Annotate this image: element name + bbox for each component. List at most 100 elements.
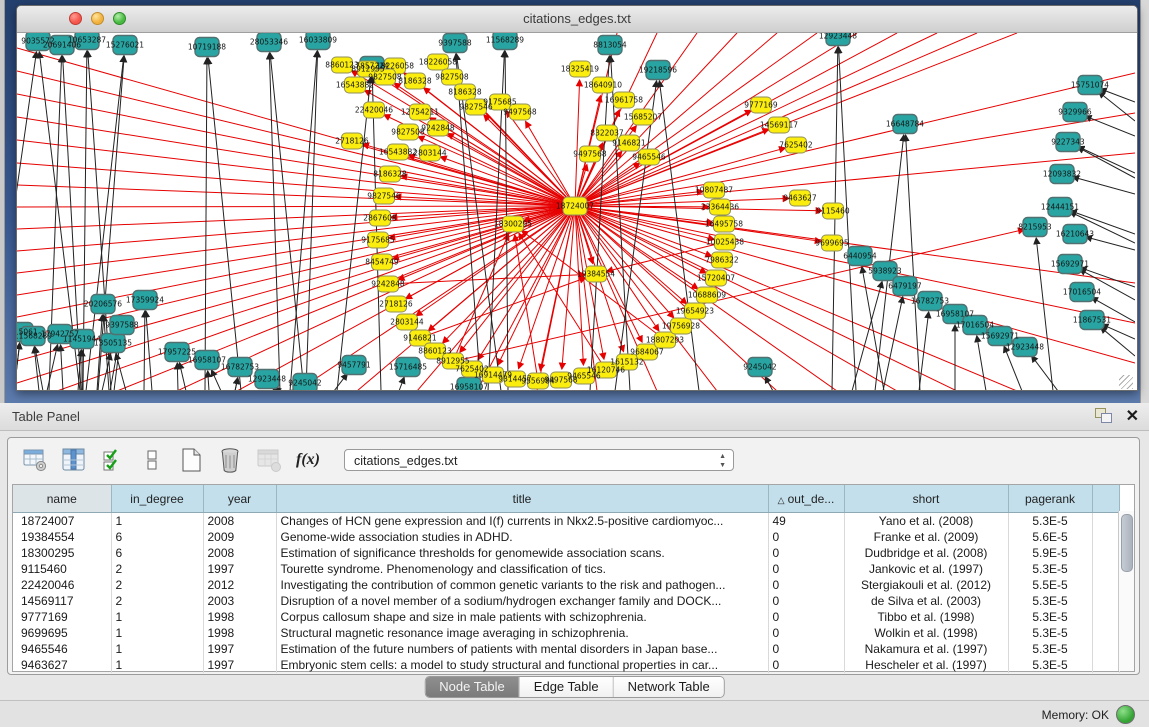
cell-year[interactable]: 2008 [203, 545, 276, 561]
cell-in_degree[interactable]: 6 [111, 545, 203, 561]
cell-out_de...[interactable]: 0 [768, 577, 844, 593]
cell-title[interactable]: Changes of HCN gene expression and I(f) … [276, 513, 768, 530]
cell-in_degree[interactable]: 1 [111, 513, 203, 530]
network-canvas[interactable]: 9035572206914061065328715276021107191882… [17, 33, 1135, 391]
cell-in_degree[interactable]: 1 [111, 641, 203, 657]
cell-in_degree[interactable]: 2 [111, 577, 203, 593]
tab-network-table[interactable]: Network Table [614, 677, 724, 697]
cell-year[interactable]: 2012 [203, 577, 276, 593]
cell-title[interactable]: Estimation of significance thresholds fo… [276, 545, 768, 561]
cell-short[interactable]: Dudbridge et al. (2008) [844, 545, 1008, 561]
column-visibility-icon[interactable] [59, 445, 89, 475]
cell-pagerank[interactable]: 5.3E-5 [1008, 657, 1092, 673]
cell-title[interactable]: Disruption of a novel member of a sodium… [276, 593, 768, 609]
cell-year[interactable]: 1997 [203, 561, 276, 577]
cell-pagerank[interactable]: 5.3E-5 [1008, 593, 1092, 609]
table-mode-icon[interactable] [20, 445, 50, 475]
column-header-in_degree[interactable]: in_degree [111, 485, 203, 513]
row-options-icon[interactable] [137, 445, 167, 475]
cell-short[interactable]: Jankovic et al. (1997) [844, 561, 1008, 577]
cell-name[interactable]: 18724007 [13, 513, 111, 530]
cell-title[interactable]: Structural magnetic resonance image aver… [276, 625, 768, 641]
column-header-out_de...[interactable]: △out_de... [768, 485, 844, 513]
cell-out_de...[interactable]: 49 [768, 513, 844, 530]
table-row[interactable]: 1456911722003Disruption of a novel membe… [13, 593, 1119, 609]
cell-title[interactable]: Corpus callosum shape and size in male p… [276, 609, 768, 625]
window-titlebar[interactable]: citations_edges.txt [17, 6, 1137, 33]
cell-year[interactable]: 1998 [203, 609, 276, 625]
cell-out_de...[interactable]: 0 [768, 641, 844, 657]
cell-name[interactable]: 9465546 [13, 641, 111, 657]
cell-in_degree[interactable]: 1 [111, 657, 203, 673]
table-row[interactable]: 2242004622012Investigating the contribut… [13, 577, 1119, 593]
table-row[interactable]: 911546021997Tourette syndrome. Phenomeno… [13, 561, 1119, 577]
window-resize-grip[interactable] [1119, 375, 1133, 389]
network-graph[interactable]: 9035572206914061065328715276021107191882… [17, 33, 1135, 391]
column-header-year[interactable]: year [203, 485, 276, 513]
table-selector-dropdown[interactable]: citations_edges.txt ▲▼ [344, 449, 734, 471]
cell-name[interactable]: 9463627 [13, 657, 111, 673]
cell-name[interactable]: 19384554 [13, 529, 111, 545]
table-row[interactable]: 946362711997Embryonic stem cells: a mode… [13, 657, 1119, 673]
table-row[interactable]: 1938455462009Genome-wide association stu… [13, 529, 1119, 545]
cell-pagerank[interactable]: 5.3E-5 [1008, 513, 1092, 530]
cell-out_de...[interactable]: 0 [768, 609, 844, 625]
cell-in_degree[interactable]: 1 [111, 609, 203, 625]
cell-pagerank[interactable]: 5.3E-5 [1008, 641, 1092, 657]
table-row[interactable]: 1830029562008Estimation of significance … [13, 545, 1119, 561]
cell-short[interactable]: Tibbo et al. (1998) [844, 609, 1008, 625]
cell-short[interactable]: de Silva et al. (2003) [844, 593, 1008, 609]
table-row[interactable]: 977716911998Corpus callosum shape and si… [13, 609, 1119, 625]
cell-in_degree[interactable]: 1 [111, 625, 203, 641]
cell-out_de...[interactable]: 0 [768, 561, 844, 577]
cell-short[interactable]: Wolkin et al. (1998) [844, 625, 1008, 641]
cell-name[interactable]: 9777169 [13, 609, 111, 625]
cell-title[interactable]: Embryonic stem cells: a model to study s… [276, 657, 768, 673]
cell-short[interactable]: Franke et al. (2009) [844, 529, 1008, 545]
cell-pagerank[interactable]: 5.3E-5 [1008, 561, 1092, 577]
cell-name[interactable]: 9115460 [13, 561, 111, 577]
table-row[interactable]: 1872400712008Changes of HCN gene express… [13, 513, 1119, 530]
new-table-icon[interactable] [176, 445, 206, 475]
cell-out_de...[interactable]: 0 [768, 657, 844, 673]
column-header-pagerank[interactable]: pagerank [1008, 485, 1092, 513]
table-scrollbar-thumb[interactable] [1121, 514, 1133, 572]
cell-short[interactable]: Nakamura et al. (1997) [844, 641, 1008, 657]
cell-short[interactable]: Hescheler et al. (1997) [844, 657, 1008, 673]
float-panel-icon[interactable] [1095, 408, 1111, 423]
memory-status-button[interactable] [1116, 705, 1135, 724]
cell-pagerank[interactable]: 5.5E-5 [1008, 577, 1092, 593]
close-panel-icon[interactable]: ✕ [1126, 406, 1139, 426]
function-builder-icon[interactable]: f(x) [293, 445, 323, 475]
cell-in_degree[interactable]: 2 [111, 561, 203, 577]
tab-node-table[interactable]: Node Table [425, 677, 520, 697]
cell-pagerank[interactable]: 5.9E-5 [1008, 545, 1092, 561]
cell-year[interactable]: 2008 [203, 513, 276, 530]
cell-pagerank[interactable]: 5.3E-5 [1008, 625, 1092, 641]
cell-name[interactable]: 22420046 [13, 577, 111, 593]
cell-out_de...[interactable]: 0 [768, 625, 844, 641]
column-header-short[interactable]: short [844, 485, 1008, 513]
cell-title[interactable]: Genome-wide association studies in ADHD. [276, 529, 768, 545]
column-header-name[interactable]: name [13, 485, 111, 513]
table-row[interactable]: 969969511998Structural magnetic resonanc… [13, 625, 1119, 641]
cell-year[interactable]: 1998 [203, 625, 276, 641]
cell-year[interactable]: 2003 [203, 593, 276, 609]
cell-out_de...[interactable]: 0 [768, 529, 844, 545]
cell-short[interactable]: Stergiakouli et al. (2012) [844, 577, 1008, 593]
cell-title[interactable]: Tourette syndrome. Phenomenology and cla… [276, 561, 768, 577]
column-selection-icon[interactable] [98, 445, 128, 475]
cell-pagerank[interactable]: 5.3E-5 [1008, 609, 1092, 625]
table-scrollbar[interactable] [1118, 511, 1134, 671]
cell-year[interactable]: 1997 [203, 641, 276, 657]
cell-year[interactable]: 2009 [203, 529, 276, 545]
cell-out_de...[interactable]: 0 [768, 593, 844, 609]
cell-name[interactable]: 14569117 [13, 593, 111, 609]
cell-title[interactable]: Investigating the contribution of common… [276, 577, 768, 593]
cell-in_degree[interactable]: 2 [111, 593, 203, 609]
table-row[interactable]: 946554611997Estimation of the future num… [13, 641, 1119, 657]
cell-out_de...[interactable]: 0 [768, 545, 844, 561]
tab-edge-table[interactable]: Edge Table [520, 677, 614, 697]
cell-title[interactable]: Estimation of the future numbers of pati… [276, 641, 768, 657]
cell-short[interactable]: Yano et al. (2008) [844, 513, 1008, 530]
